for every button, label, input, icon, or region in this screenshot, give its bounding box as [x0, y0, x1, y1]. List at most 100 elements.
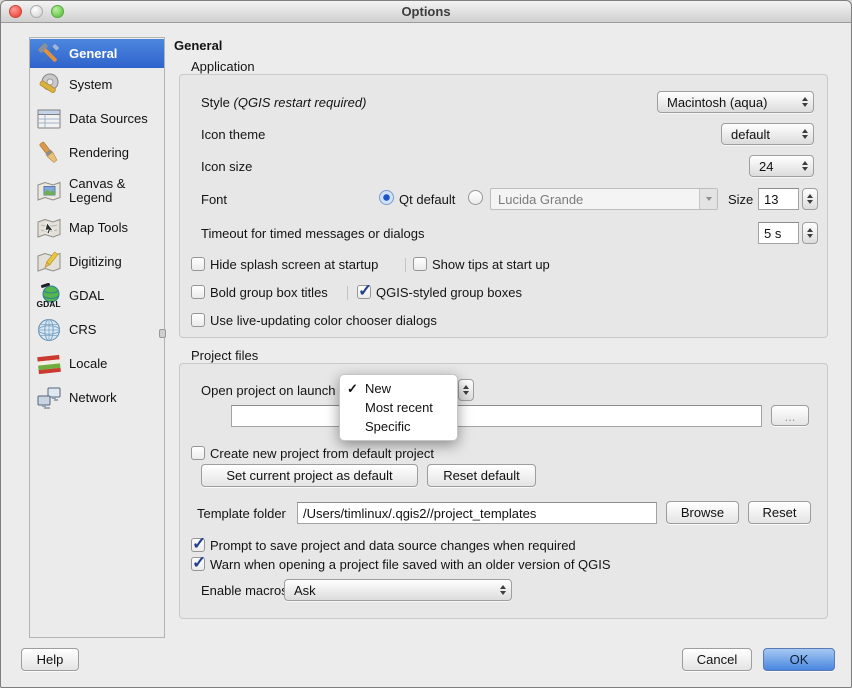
sidebar-item-network[interactable]: Network [30, 381, 164, 415]
sidebar-item-map-tools[interactable]: Map Tools [30, 211, 164, 245]
menu-item-label: Most recent [365, 400, 433, 415]
style-label-text: Style [201, 95, 230, 110]
map-pencil-icon [35, 249, 62, 276]
table-icon [35, 106, 62, 133]
qgis-styled-checkbox[interactable] [357, 285, 371, 299]
globe-grid-icon [35, 317, 62, 344]
icon-size-label: Icon size [201, 159, 252, 174]
style-select-value: Macintosh (aqua) [667, 95, 797, 110]
cancel-button[interactable]: Cancel [682, 648, 752, 671]
sidebar-item-rendering[interactable]: Rendering [30, 136, 164, 170]
sidebar-item-general[interactable]: General [30, 39, 164, 68]
bold-group-titles-label: Bold group box titles [210, 285, 328, 300]
splitter-handle[interactable] [159, 329, 166, 338]
sidebar-item-label: Digitizing [69, 255, 122, 269]
show-tips-label: Show tips at start up [432, 257, 550, 272]
sidebar-item-label: General [69, 47, 117, 61]
sidebar-item-canvas-legend[interactable]: Canvas & Legend [30, 170, 164, 211]
map-cursor-icon [35, 215, 62, 242]
sidebar-item-label: CRS [69, 323, 96, 337]
reset-default-button[interactable]: Reset default [427, 464, 536, 487]
sidebar-item-label: Map Tools [69, 221, 128, 235]
prompt-save-label: Prompt to save project and data source c… [210, 538, 576, 553]
sidebar-item-label: Data Sources [69, 112, 148, 126]
sidebar-item-label: Canvas & Legend [69, 177, 164, 205]
popup-arrows-icon [495, 585, 511, 595]
create-default-project-label: Create new project from default project [210, 446, 434, 461]
reset-template-button[interactable]: Reset [748, 501, 811, 524]
timeout-stepper[interactable] [802, 222, 818, 244]
custom-font-radio[interactable] [468, 190, 483, 205]
flags-icon [35, 351, 62, 378]
checkmark-icon: ✓ [347, 379, 358, 398]
menu-item-most-recent[interactable]: Most recent [340, 398, 457, 417]
page-title: General [174, 38, 222, 53]
live-color-checkbox[interactable] [191, 313, 205, 327]
sidebar-item-label: Locale [69, 357, 107, 371]
titlebar[interactable]: Options [1, 1, 851, 23]
project-path-input[interactable] [231, 405, 762, 427]
sidebar-item-label: Rendering [69, 146, 129, 160]
menu-item-new[interactable]: ✓ New [340, 379, 457, 398]
popup-arrows-icon [797, 161, 813, 171]
warn-older-version-label: Warn when opening a project file saved w… [210, 557, 611, 572]
options-dialog: Options General System [0, 0, 852, 688]
font-size-stepper[interactable] [802, 188, 818, 210]
zoom-window-button[interactable] [51, 5, 64, 18]
create-default-project-checkbox[interactable] [191, 446, 205, 460]
gear-wrench-icon [35, 72, 62, 99]
timeout-label: Timeout for timed messages or dialogs [201, 226, 425, 241]
menu-item-specific[interactable]: Specific [340, 417, 457, 436]
bold-group-titles-checkbox[interactable] [191, 285, 205, 299]
timeout-input[interactable] [758, 222, 799, 244]
qt-default-radio[interactable] [379, 190, 394, 205]
divider [347, 286, 348, 300]
help-button[interactable]: Help [21, 648, 79, 671]
font-size-input[interactable] [758, 188, 799, 210]
enable-macros-select[interactable]: Ask [284, 579, 512, 601]
dropdown-arrow-icon [699, 189, 717, 209]
enable-macros-label: Enable macros [201, 583, 288, 598]
sidebar-item-gdal[interactable]: GDAL GDAL [30, 279, 164, 313]
browse-project-button[interactable]: ... [771, 405, 809, 426]
sidebar-item-crs[interactable]: CRS [30, 313, 164, 347]
template-folder-input[interactable] [297, 502, 657, 524]
browse-template-button[interactable]: Browse [666, 501, 739, 524]
sidebar-item-label: Network [69, 391, 117, 405]
sidebar-item-label: System [69, 78, 112, 92]
open-project-select-arrows[interactable] [458, 379, 474, 401]
icon-theme-select[interactable]: default [721, 123, 814, 145]
menu-item-label: New [365, 381, 391, 396]
show-tips-checkbox[interactable] [413, 257, 427, 271]
style-label: Style (QGIS restart required) [201, 95, 366, 110]
sidebar-item-data-sources[interactable]: Data Sources [30, 102, 164, 136]
warn-older-version-checkbox[interactable] [191, 557, 205, 571]
minimize-window-button[interactable] [30, 5, 43, 18]
qt-default-label: Qt default [399, 192, 455, 207]
font-family-value: Lucida Grande [498, 192, 583, 207]
popup-arrows-icon [797, 129, 813, 139]
enable-macros-value: Ask [294, 583, 495, 598]
menu-item-label: Specific [365, 419, 411, 434]
live-color-label: Use live-updating color chooser dialogs [210, 313, 437, 328]
close-window-button[interactable] [9, 5, 22, 18]
svg-text:GDAL: GDAL [36, 299, 60, 309]
ok-button[interactable]: OK [763, 648, 835, 671]
style-restart-note: (QGIS restart required) [234, 95, 367, 110]
icon-size-select[interactable]: 24 [749, 155, 814, 177]
divider [405, 258, 406, 272]
font-family-select[interactable]: Lucida Grande [490, 188, 718, 210]
window-title: Options [401, 4, 450, 19]
map-image-icon [35, 177, 62, 204]
font-label: Font [201, 192, 227, 207]
hide-splash-checkbox[interactable] [191, 257, 205, 271]
prompt-save-checkbox[interactable] [191, 538, 205, 552]
template-folder-label: Template folder [197, 506, 286, 521]
tools-icon [35, 40, 62, 67]
icon-size-value: 24 [759, 159, 797, 174]
sidebar-item-system[interactable]: System [30, 68, 164, 102]
sidebar-item-locale[interactable]: Locale [30, 347, 164, 381]
style-select[interactable]: Macintosh (aqua) [657, 91, 814, 113]
set-current-default-button[interactable]: Set current project as default [201, 464, 418, 487]
sidebar-item-digitizing[interactable]: Digitizing [30, 245, 164, 279]
